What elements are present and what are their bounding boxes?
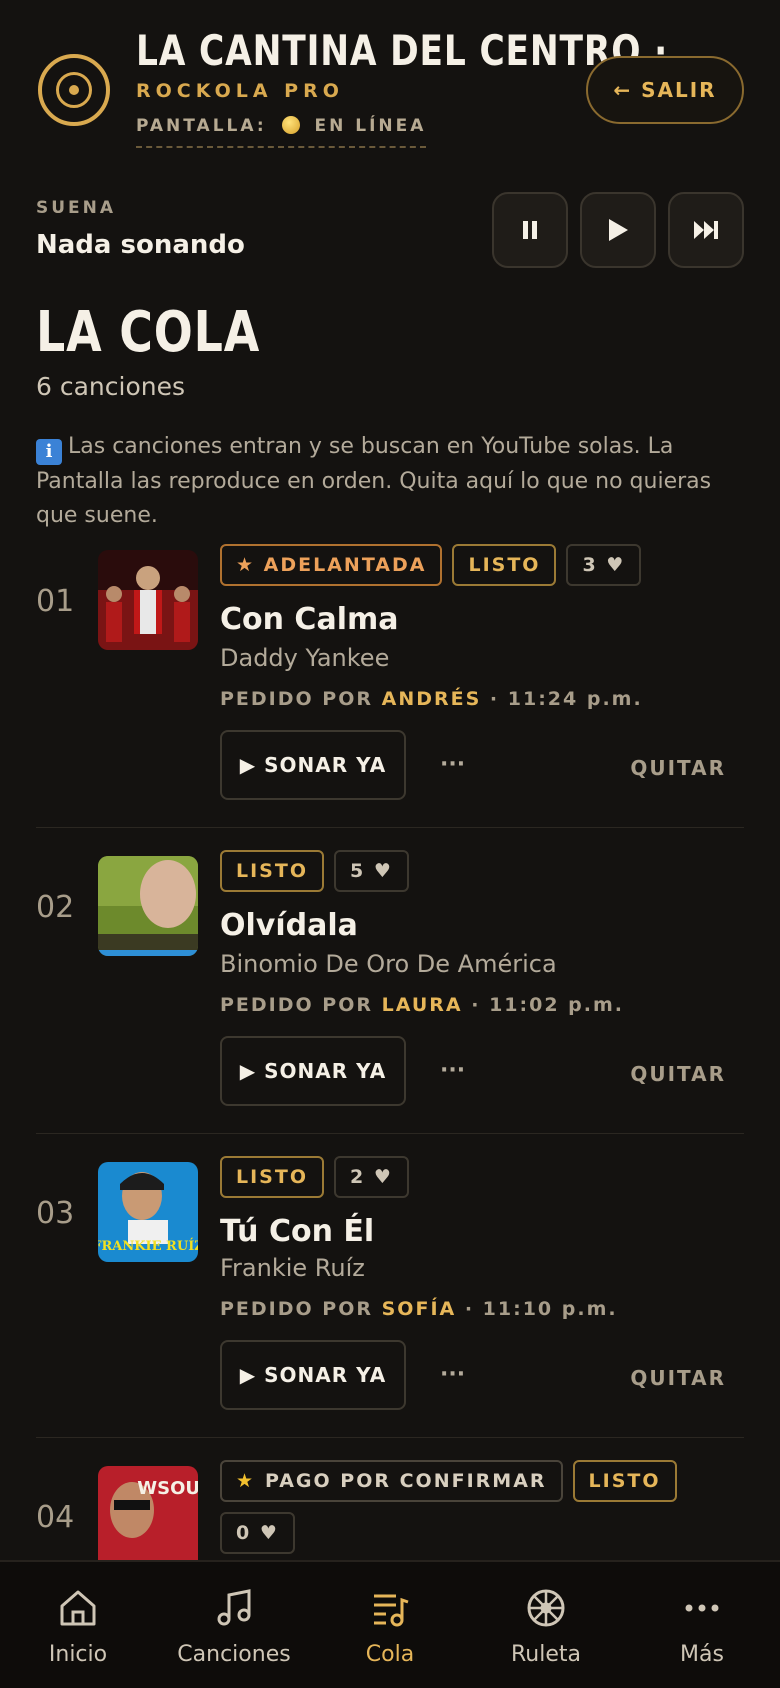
nav-item-cola[interactable]: Cola — [312, 1562, 468, 1688]
app-subtitle: ROCKOLA PRO — [136, 80, 344, 102]
album-art: WSOUI — [98, 1466, 198, 1560]
divider — [36, 1437, 744, 1438]
screen-status[interactable]: PANTALLA: EN LÍNEA — [136, 116, 427, 148]
vinyl-logo-icon — [38, 54, 110, 126]
status-dot-icon — [281, 116, 300, 134]
queue-number: 03 — [36, 1196, 75, 1231]
requested-prefix: PEDIDO POR — [220, 994, 373, 1016]
request-time: · 11:10 p.m. — [464, 1298, 618, 1320]
requested-by: PEDIDO POR ANDRÉS · 11:24 p.m. — [220, 688, 643, 710]
play-now-button[interactable]: ▶ SONAR YA — [220, 730, 406, 800]
skip-next-icon — [694, 221, 718, 239]
star-icon: ★ — [236, 1470, 256, 1492]
now-playing-label: SUENA — [36, 198, 117, 218]
bottom-nav: Inicio Canciones Cola Ruleta Más — [0, 1560, 780, 1688]
nav-item-inicio[interactable]: Inicio — [0, 1562, 156, 1688]
more-icon — [685, 1604, 719, 1612]
ready-badge: LISTO — [572, 1460, 677, 1502]
queue-item: 01 ★ ADELANTADA LISTO 3 ♥ Con Calma Dadd… — [36, 544, 744, 828]
requested-prefix: PEDIDO POR — [220, 1298, 373, 1320]
more-options-button[interactable]: ··· — [440, 1362, 465, 1387]
badge-row: ★ ADELANTADA LISTO 3 ♥ — [220, 544, 690, 586]
queue-title: LA COLA — [36, 300, 261, 365]
song-artist: Daddy Yankee — [220, 644, 390, 672]
remove-button[interactable]: QUITAR — [630, 1062, 726, 1086]
album-art: FRANKIE RUÍZ — [98, 1162, 198, 1262]
ready-badge: LISTO — [452, 544, 557, 586]
wheel-icon — [527, 1589, 565, 1627]
advanced-badge: ★ ADELANTADA — [220, 544, 443, 586]
requested-by: PEDIDO POR LAURA · 11:02 p.m. — [220, 994, 624, 1016]
more-options-button[interactable]: ··· — [440, 752, 465, 777]
ready-badge: LISTO — [220, 850, 324, 892]
play-button[interactable] — [580, 192, 656, 268]
badge-row: LISTO 2 ♥ — [220, 1156, 690, 1198]
more-options-button[interactable]: ··· — [440, 1058, 465, 1083]
play-now-button[interactable]: ▶ SONAR YA — [220, 1340, 406, 1410]
home-icon — [60, 1590, 96, 1626]
music-note-icon — [217, 1589, 251, 1626]
remove-button[interactable]: QUITAR — [630, 1366, 726, 1390]
song-title: Con Calma — [220, 602, 399, 637]
album-art — [98, 856, 198, 956]
nav-item-ruleta[interactable]: Ruleta — [468, 1562, 624, 1688]
nav-label: Canciones — [177, 1642, 291, 1667]
queue-count: 6 canciones — [36, 372, 185, 401]
queue-number: 02 — [36, 890, 75, 925]
screen-status-text: EN LÍNEA — [314, 116, 427, 136]
ready-badge: LISTO — [220, 1156, 324, 1198]
nav-label: Inicio — [48, 1642, 108, 1667]
votes-badge: 5 ♥ — [333, 850, 409, 892]
info-icon: i — [36, 439, 62, 465]
requested-prefix: PEDIDO POR — [220, 688, 373, 710]
requested-by: PEDIDO POR SOFÍA · 11:10 p.m. — [220, 1298, 618, 1320]
album-art-text: FRANKIE RUÍZ — [98, 1238, 198, 1254]
queue-info: i Las canciones entran y se buscan en You… — [36, 430, 748, 533]
play-now-button[interactable]: ▶ SONAR YA — [220, 1036, 406, 1106]
nav-label: Cola — [365, 1642, 415, 1667]
pause-button[interactable] — [492, 192, 568, 268]
screen-label: PANTALLA: — [136, 116, 267, 136]
votes-badge: 2 ♥ — [333, 1156, 409, 1198]
nav-label: Ruleta — [511, 1642, 581, 1667]
badge-row: LISTO 5 ♥ — [220, 850, 690, 892]
song-title: Tú Con Él — [220, 1214, 375, 1249]
now-playing-title: Nada sonando — [36, 230, 245, 260]
nav-item-canciones[interactable]: Canciones — [156, 1562, 312, 1688]
exit-button[interactable]: ← SALIR — [586, 56, 744, 124]
divider — [36, 1133, 744, 1134]
requester-name: SOFÍA — [381, 1298, 457, 1320]
queue-info-text: Las canciones entran y se buscan en YouT… — [36, 434, 712, 528]
song-artist: Frankie Ruíz — [220, 1254, 365, 1282]
header: LA CANTINA DEL CENTRO ·... ROCKOLA PRO P… — [0, 0, 780, 170]
queue-number: 01 — [36, 584, 75, 619]
queue-icon — [374, 1594, 409, 1627]
payment-pending-label: PAGO POR CONFIRMAR — [265, 1470, 547, 1492]
nav-item-mas[interactable]: Más — [624, 1562, 780, 1688]
votes-badge: 0 ♥ — [220, 1512, 295, 1554]
payment-pending-badge: ★ PAGO POR CONFIRMAR — [220, 1460, 563, 1502]
queue-number: 04 — [36, 1500, 75, 1535]
pause-icon — [523, 221, 537, 239]
request-time: · 11:24 p.m. — [489, 688, 643, 710]
skip-button[interactable] — [668, 192, 744, 268]
requester-name: LAURA — [381, 994, 463, 1016]
votes-badge: 3 ♥ — [566, 544, 642, 586]
remove-button[interactable]: QUITAR — [630, 756, 726, 780]
nav-label: Más — [680, 1642, 724, 1667]
badge-row: ★ PAGO POR CONFIRMAR LISTO 0 ♥ — [220, 1460, 690, 1554]
song-title: Olvídala — [220, 908, 358, 943]
song-artist: Binomio De Oro De América — [220, 950, 557, 978]
album-art-text: WSOUI — [137, 1478, 198, 1499]
queue-item: 03 FRANKIE RUÍZ LISTO 2 ♥ Tú Con Él Fran… — [36, 1156, 744, 1438]
album-art — [98, 550, 198, 650]
request-time: · 11:02 p.m. — [471, 994, 625, 1016]
requester-name: ANDRÉS — [381, 688, 482, 710]
queue-item: 04 WSOUI ★ PAGO POR CONFIRMAR LISTO 0 ♥ — [36, 1460, 744, 1560]
queue-item: 02 LISTO 5 ♥ Olvídala Binomio De Oro De … — [36, 850, 744, 1134]
divider — [36, 827, 744, 828]
play-icon — [609, 219, 628, 241]
